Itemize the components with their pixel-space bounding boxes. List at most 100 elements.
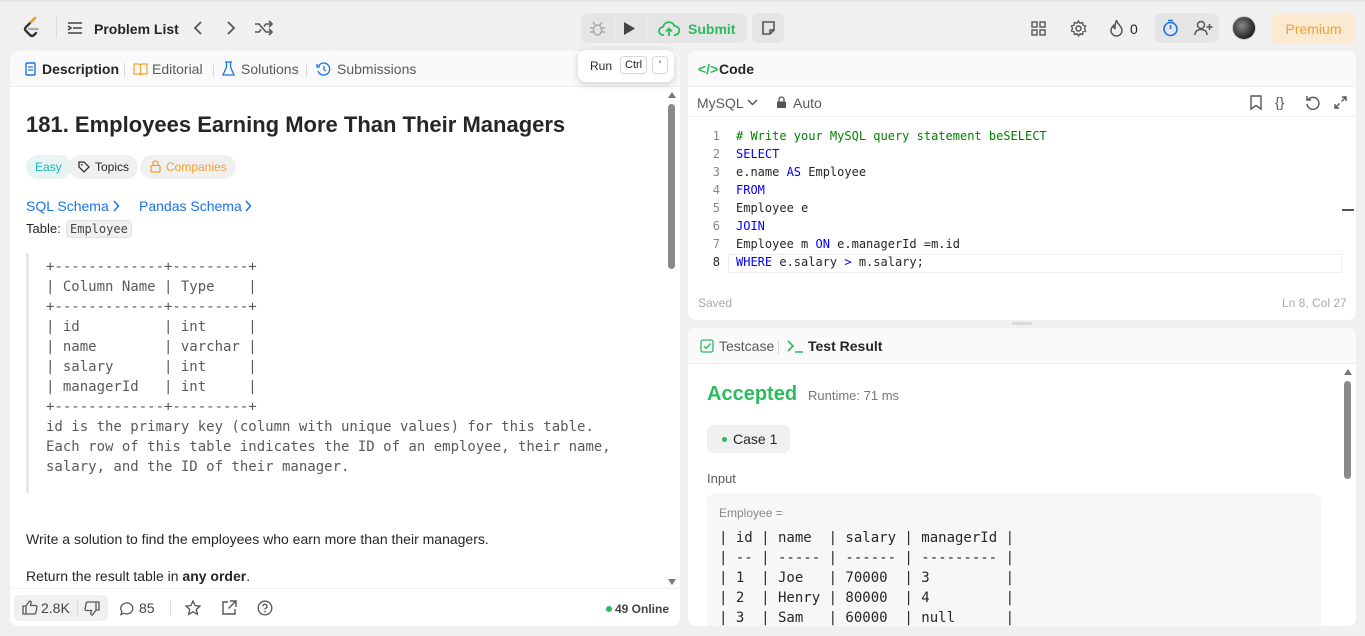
code-editor[interactable]: 1 2 3 4 5 6 7 8 # Write your MySQL query… [688, 125, 1356, 275]
result-panel: Testcase Test Result Accepted Runtime: 7… [688, 328, 1356, 626]
tab-test-result[interactable]: Test Result [808, 338, 882, 354]
thumbs-up-icon[interactable] [22, 600, 38, 615]
companies-badge[interactable]: Companies [140, 155, 236, 179]
code-line: SELECT [736, 147, 780, 161]
likes-count: 2.8K [41, 600, 70, 616]
description-icon [25, 62, 36, 76]
divider [170, 601, 171, 615]
problem-title: 181. Employees Earning More Than Their M… [26, 112, 566, 137]
share-icon[interactable] [221, 600, 237, 616]
tab-separator [778, 340, 779, 354]
companies-label: Companies [166, 160, 227, 174]
runtime-label: Runtime: 71 ms [808, 388, 900, 403]
online-count: 49 Online [615, 602, 670, 616]
return-order-text: Return the result table in any order. [26, 568, 250, 584]
code-brackets-icon: </> [698, 61, 719, 77]
case-1-button[interactable]: Case 1 [707, 425, 790, 453]
layout-icon[interactable] [1031, 21, 1046, 36]
problem-list-icon[interactable] [67, 21, 83, 35]
reset-undo-icon[interactable] [1305, 95, 1320, 110]
auto-mode-label[interactable]: Auto [793, 95, 822, 111]
schema-line: | Column Name | Type | [46, 279, 257, 295]
run-icon[interactable] [622, 21, 636, 36]
code-line: # Write your MySQL query statement beSEL… [736, 129, 1047, 143]
streak-flame-icon[interactable] [1109, 19, 1124, 37]
tab-description[interactable]: Description [42, 61, 119, 77]
add-user-icon[interactable] [1194, 20, 1213, 36]
description-scrollbar-thumb[interactable] [668, 104, 675, 269]
difficulty-badge: Easy [26, 155, 71, 179]
star-icon[interactable] [185, 600, 201, 616]
bookmark-icon[interactable] [1250, 95, 1262, 110]
code-line: WHERE e.salary > m.salary; [736, 255, 924, 269]
schema-line: | managerId | int | [46, 379, 257, 395]
premium-button[interactable]: Premium [1272, 14, 1355, 44]
result-table-line: | 3 | Sam | 60000 | null | [719, 610, 1015, 626]
tab-separator [213, 63, 214, 77]
format-braces-icon[interactable]: {} [1275, 94, 1284, 110]
chevron-right-icon [245, 200, 252, 212]
result-table-line: | -- | ----- | ------ | --------- | [719, 550, 1015, 566]
result-status: Accepted [707, 383, 798, 405]
next-problem-icon[interactable] [225, 21, 237, 35]
description-footer: 2.8K 85 49 Online [10, 588, 680, 626]
editor-scroll-marker [1342, 209, 1354, 211]
panel-resize-handle[interactable] [1012, 322, 1032, 325]
tab-testcase[interactable]: Testcase [719, 338, 774, 354]
note-icon [762, 21, 775, 35]
schema-line: | salary | int | [46, 359, 257, 375]
user-avatar[interactable] [1232, 16, 1256, 40]
topics-badge[interactable]: Topics [69, 155, 139, 179]
help-question-icon[interactable] [257, 600, 273, 616]
line-number: 1 [712, 129, 720, 143]
scroll-down-icon[interactable] [667, 578, 677, 586]
tab-solutions[interactable]: Solutions [241, 61, 299, 77]
result-scrollbar-thumb[interactable] [1344, 381, 1351, 479]
divider [614, 16, 615, 40]
schema-line: +-------------+---------+ [46, 259, 257, 275]
line-number: 3 [712, 165, 720, 179]
table-name-code: Employee [66, 220, 132, 238]
code-line: JOIN [736, 219, 765, 233]
editorial-book-icon [133, 63, 148, 76]
input-box: Employee = | id | name | salary | manage… [707, 493, 1321, 626]
schema-line: | name | varchar | [46, 339, 257, 355]
debug-icon[interactable] [589, 20, 606, 37]
code-line: Employee m ON e.managerId =m.id [736, 237, 960, 251]
scroll-up-icon[interactable] [1343, 368, 1353, 376]
submit-button[interactable]: Submit [647, 13, 747, 43]
settings-gear-icon[interactable] [1070, 20, 1087, 37]
case-pass-dot [722, 437, 727, 442]
schema-line: +-------------+---------+ [46, 399, 257, 415]
tab-submissions[interactable]: Submissions [337, 61, 416, 77]
topics-label: Topics [95, 160, 130, 174]
leetcode-logo-icon[interactable] [22, 16, 42, 40]
submissions-history-icon [316, 62, 331, 76]
language-select[interactable]: MySQL [697, 95, 744, 111]
problem-list-label[interactable]: Problem List [94, 21, 179, 37]
pandas-schema-link[interactable]: Pandas Schema [139, 198, 242, 214]
comment-icon[interactable] [118, 601, 134, 616]
result-tab-bar: Testcase Test Result [688, 328, 1356, 364]
tab-editorial[interactable]: Editorial [152, 61, 203, 77]
editor-toolbar: MySQL Auto {} [688, 87, 1356, 117]
timer-icon[interactable] [1162, 19, 1179, 37]
shuffle-icon[interactable] [254, 20, 274, 36]
scroll-up-icon[interactable] [667, 91, 677, 99]
return-prefix: Return the result table in [26, 568, 183, 584]
schema-line: +-------------+---------+ [46, 299, 257, 315]
code-tab-bar: </> Code [688, 51, 1356, 87]
tab-code[interactable]: Code [719, 61, 754, 77]
prev-problem-icon[interactable] [192, 21, 204, 35]
divider [56, 16, 57, 38]
comments-count[interactable]: 85 [139, 600, 155, 616]
notes-button[interactable] [752, 13, 784, 43]
thumbs-down-icon[interactable] [84, 601, 100, 616]
expand-icon[interactable] [1334, 96, 1347, 109]
code-line: e.name AS Employee [736, 165, 867, 179]
sql-schema-link[interactable]: SQL Schema [26, 198, 109, 214]
input-table-label: Employee = [719, 506, 783, 520]
streak-count: 0 [1130, 21, 1138, 37]
run-shortcut-tooltip: Run Ctrl ' [578, 50, 674, 82]
tooltip-key-ctrl: Ctrl [620, 56, 648, 74]
